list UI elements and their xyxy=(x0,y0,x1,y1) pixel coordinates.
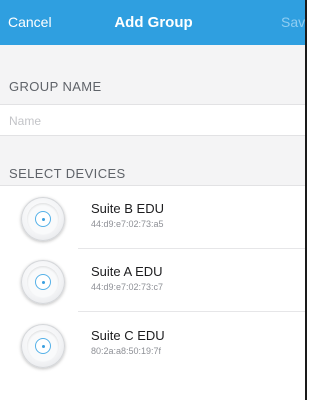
device-name: Suite B EDU xyxy=(91,201,164,216)
device-list: Suite B EDU 44:d9:e7:02:73:a5 Suite A ED… xyxy=(0,186,305,400)
device-mac-address: 80:2a:a8:50:19:7f xyxy=(91,346,162,356)
save-button[interactable]: Save xyxy=(281,14,305,30)
group-name-row xyxy=(0,105,305,136)
select-devices-header-label: SELECT DEVICES xyxy=(9,166,126,181)
select-devices-header: SELECT DEVICES xyxy=(0,136,305,186)
device-row-suite-a-edu[interactable]: Suite A EDU 44:d9:e7:02:73:c7 xyxy=(0,249,305,312)
device-name: Suite C EDU xyxy=(91,328,165,343)
device-mac-address: 44:d9:e7:02:73:a5 xyxy=(91,219,164,229)
group-name-header: GROUP NAME xyxy=(0,66,305,105)
navigation-bar: Cancel Add Group Save xyxy=(0,0,305,45)
page-title: Add Group xyxy=(114,14,193,31)
access-point-icon xyxy=(21,197,65,241)
device-name: Suite A EDU xyxy=(91,264,163,279)
device-row-suite-b-edu[interactable]: Suite B EDU 44:d9:e7:02:73:a5 xyxy=(0,186,305,249)
row-divider xyxy=(78,311,305,312)
group-name-input[interactable] xyxy=(9,111,289,131)
device-row-suite-c-edu[interactable]: Suite C EDU 80:2a:a8:50:19:7f xyxy=(0,313,305,376)
access-point-icon xyxy=(21,324,65,368)
add-group-screen: Cancel Add Group Save GROUP NAME SELECT … xyxy=(0,0,307,400)
access-point-icon xyxy=(21,260,65,304)
top-spacer xyxy=(0,45,305,66)
device-mac-address: 44:d9:e7:02:73:c7 xyxy=(91,282,164,292)
group-name-header-label: GROUP NAME xyxy=(9,79,102,94)
